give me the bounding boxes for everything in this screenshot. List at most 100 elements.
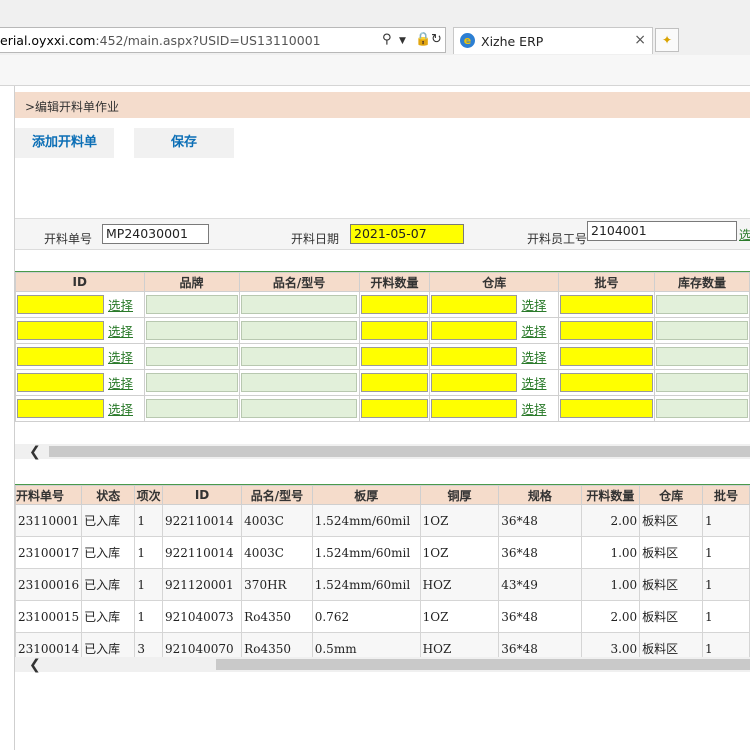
qty-input[interactable]	[360, 321, 428, 340]
warehouse-select-link[interactable]: 选择	[521, 350, 546, 365]
warehouse-input[interactable]	[431, 295, 518, 314]
batch-input[interactable]	[559, 295, 653, 314]
id-input[interactable]	[17, 347, 104, 366]
entry-horizontal-scrollbar[interactable]: ❮	[15, 444, 750, 460]
order-no-label: 开料单号	[44, 232, 93, 246]
entry-cell-batch	[557, 369, 655, 396]
warehouse-select-link[interactable]: 选择	[521, 324, 546, 339]
scroll-left-icon[interactable]: ❮	[29, 444, 41, 460]
model-field	[240, 295, 357, 314]
batch-input[interactable]	[559, 399, 653, 418]
staff-select-link[interactable]: 选	[739, 226, 750, 243]
batch-input[interactable]	[559, 321, 653, 340]
cell-copper: 1OZ	[419, 536, 500, 569]
model-field	[240, 347, 357, 366]
warehouse-select-link[interactable]: 选择	[521, 376, 546, 391]
warehouse-input[interactable]	[431, 373, 518, 392]
col-header-order-no: 开料单号	[14, 485, 83, 505]
entry-row: 选择 选择	[15, 395, 750, 422]
col-header-model: 品名/型号	[241, 485, 313, 505]
entry-cell-qty	[358, 369, 431, 396]
order-no-input[interactable]: MP24030001	[102, 224, 209, 244]
entry-cell-batch	[557, 395, 655, 422]
url-domain: erial.oyxxi.com	[0, 33, 96, 48]
dropdown-icon[interactable]: ▼	[399, 36, 406, 46]
batch-input[interactable]	[559, 373, 653, 392]
warehouse-select-link[interactable]: 选择	[521, 402, 546, 417]
warehouse-input[interactable]	[431, 399, 518, 418]
id-input[interactable]	[17, 373, 104, 392]
id-input[interactable]	[17, 321, 104, 340]
browser-tab[interactable]: e Xizhe ERP ×	[453, 27, 653, 54]
col-header-batch: 批号	[702, 485, 750, 505]
cell-copper: HOZ	[419, 568, 500, 601]
date-input[interactable]: 2021-05-07	[350, 224, 464, 244]
cell-batch: 1	[702, 504, 750, 537]
cell-model: Ro4350	[241, 600, 313, 633]
batch-input[interactable]	[559, 347, 653, 366]
table-row[interactable]: 23100016 已入库 1 921120001 370HR 1.524mm/60mil H…	[14, 568, 750, 601]
qty-input[interactable]	[360, 295, 428, 314]
qty-input[interactable]	[360, 373, 428, 392]
cell-warehouse: 板料区	[639, 536, 704, 569]
col-header-batch: 批号	[557, 272, 655, 292]
close-icon[interactable]: ×	[634, 32, 646, 48]
entry-cell-batch	[557, 343, 655, 370]
entry-cell-warehouse: 选择	[429, 317, 559, 344]
cell-status: 已入库	[81, 536, 136, 569]
table-row[interactable]: 23100017 已入库 1 922110014 4003C 1.524mm/60mil 1…	[14, 536, 750, 569]
cell-line-no: 1	[134, 568, 163, 601]
entry-cell-brand	[143, 291, 240, 318]
id-input[interactable]	[17, 295, 104, 314]
cell-copper: 1OZ	[419, 504, 500, 537]
refresh-icon[interactable]: ↻	[431, 32, 442, 47]
id-select-link[interactable]: 选择	[108, 324, 133, 339]
cell-line-no: 1	[134, 600, 163, 633]
save-button[interactable]: 保存	[134, 128, 234, 158]
list-horizontal-scrollbar[interactable]: ❮	[15, 657, 750, 673]
add-order-button[interactable]: 添加开料单	[15, 128, 114, 158]
search-icon[interactable]: ⚲	[382, 32, 392, 47]
entry-row: 选择 选择	[15, 291, 750, 318]
qty-input[interactable]	[360, 399, 428, 418]
warehouse-input[interactable]	[431, 347, 518, 366]
address-url[interactable]: erial.oyxxi.com:452/main.aspx?USID=US131…	[0, 33, 321, 48]
cell-spec: 43*49	[498, 568, 582, 601]
entry-cell-model	[238, 317, 360, 344]
qty-input[interactable]	[360, 347, 428, 366]
cell-qty: 2.00	[580, 600, 641, 633]
lock-icon[interactable]: 🔒	[415, 32, 431, 47]
brand-field	[145, 399, 238, 418]
cell-id: 922110014	[161, 536, 243, 569]
table-row[interactable]: 23100015 已入库 1 921040073 Ro4350 0.762 1OZ 36*48…	[14, 600, 750, 633]
warehouse-input[interactable]	[431, 321, 518, 340]
cell-status: 已入库	[81, 504, 136, 537]
entry-cell-stock	[653, 317, 750, 344]
cell-id: 921040073	[161, 600, 243, 633]
entry-row: 选择 选择	[15, 369, 750, 396]
new-tab-icon[interactable]: ✦	[655, 28, 679, 52]
staff-no-input[interactable]: 2104001	[587, 221, 737, 241]
id-input[interactable]	[17, 399, 104, 418]
cell-batch: 1	[702, 568, 750, 601]
col-header-id: ID	[161, 485, 243, 505]
stock-field	[655, 399, 748, 418]
cell-id: 922110014	[161, 504, 243, 537]
entry-cell-stock	[653, 395, 750, 422]
entry-cell-model	[238, 395, 360, 422]
col-header-brand: 品牌	[143, 272, 240, 292]
id-select-link[interactable]: 选择	[108, 350, 133, 365]
scroll-thumb[interactable]	[216, 659, 750, 670]
scroll-left-icon[interactable]: ❮	[29, 657, 41, 673]
id-select-link[interactable]: 选择	[108, 298, 133, 313]
col-header-thickness: 板厚	[311, 485, 421, 505]
scroll-thumb[interactable]	[49, 446, 750, 457]
table-row[interactable]: 23110001 已入库 1 922110014 4003C 1.524mm/60mil 1…	[14, 504, 750, 537]
address-bar[interactable]: erial.oyxxi.com:452/main.aspx?USID=US131…	[0, 27, 446, 53]
cell-id: 921120001	[161, 568, 243, 601]
id-select-link[interactable]: 选择	[108, 376, 133, 391]
id-select-link[interactable]: 选择	[108, 402, 133, 417]
warehouse-select-link[interactable]: 选择	[521, 298, 546, 313]
entry-row: 选择 选择	[15, 317, 750, 344]
cell-order-no: 23100015	[14, 600, 83, 633]
